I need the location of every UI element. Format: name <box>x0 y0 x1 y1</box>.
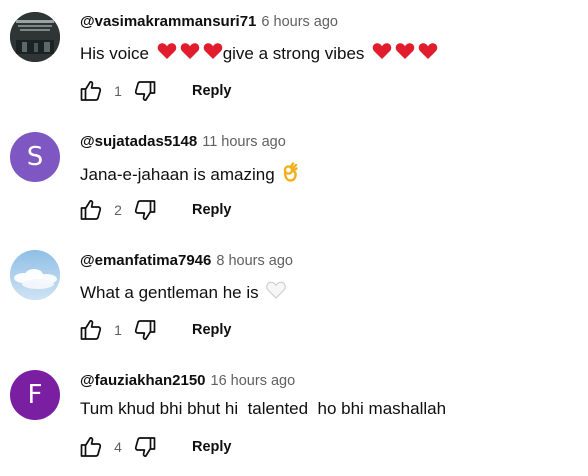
comment-actions: 4 Reply <box>78 434 232 460</box>
ok-hand-emoji-icon <box>282 162 299 188</box>
red-heart-emoji-icon <box>157 42 177 66</box>
comment-actions: 2 Reply <box>78 197 232 223</box>
comment-header: @vasimakrammansuri71 6 hours ago <box>80 13 338 31</box>
comment-text-part: give a strong vibes <box>222 44 370 63</box>
comment-actions: 1 Reply <box>78 78 232 104</box>
dislike-button[interactable] <box>132 434 158 460</box>
dislike-button[interactable] <box>132 78 158 104</box>
comment-text: His voice give a strong vibes <box>80 42 438 66</box>
comment-author[interactable]: @emanfatima7946 <box>80 252 211 269</box>
avatar[interactable] <box>10 250 60 300</box>
avatar[interactable]: F <box>10 370 60 420</box>
comment-header: @fauziakhan2150 16 hours ago <box>80 372 295 390</box>
like-button[interactable] <box>78 78 104 104</box>
red-heart-emoji-icon <box>180 42 200 66</box>
red-heart-emoji-icon <box>372 42 392 66</box>
dislike-button[interactable] <box>132 197 158 223</box>
comment-timestamp[interactable]: 8 hours ago <box>216 253 293 269</box>
reply-button[interactable]: Reply <box>192 439 232 455</box>
comment-author[interactable]: @vasimakrammansuri71 <box>80 13 256 30</box>
comment-actions: 1 Reply <box>78 317 232 343</box>
like-count: 2 <box>114 202 122 218</box>
thumb-down-icon <box>134 320 156 340</box>
avatar-letter: S <box>26 142 44 172</box>
reply-button[interactable]: Reply <box>192 83 232 99</box>
comment-text-part: Tum khud bhi bhut hi talented ho bhi mas… <box>80 399 447 418</box>
comment-text-part: His voice <box>80 44 154 63</box>
avatar-letter: F <box>27 380 43 410</box>
like-button[interactable] <box>78 317 104 343</box>
thumb-down-icon <box>134 81 156 101</box>
avatar[interactable] <box>10 12 60 62</box>
comment-text: Jana-e-jahaan is amazing <box>80 162 299 188</box>
like-count: 1 <box>114 83 122 99</box>
comment-text-part: Jana-e-jahaan is amazing <box>80 165 280 184</box>
red-heart-emoji-icon <box>203 42 223 66</box>
comment-item: @vasimakrammansuri71 6 hours ago His voic… <box>0 0 588 118</box>
avatar[interactable]: S <box>10 132 60 182</box>
comment-text: Tum khud bhi bhut hi talented ho bhi mas… <box>80 398 446 420</box>
reply-button[interactable]: Reply <box>192 322 232 338</box>
comment-item: @emanfatima7946 8 hours ago What a gentle… <box>0 239 588 357</box>
like-button[interactable] <box>78 434 104 460</box>
comment-header: @emanfatima7946 8 hours ago <box>80 252 293 270</box>
comment-author[interactable]: @fauziakhan2150 <box>80 372 206 389</box>
comment-text: What a gentleman he is <box>80 281 287 305</box>
comment-item: S @sujatadas5148 11 hours ago Jana-e-jaha… <box>0 120 588 238</box>
comment-timestamp[interactable]: 16 hours ago <box>211 373 296 389</box>
avatar-sky-image-icon <box>10 250 60 300</box>
reply-button[interactable]: Reply <box>192 202 232 218</box>
like-count: 4 <box>114 439 122 455</box>
comment-text-part: What a gentleman he is <box>80 283 264 302</box>
comment-item: F @fauziakhan2150 16 hours ago Tum khud b… <box>0 358 588 476</box>
comment-header: @sujatadas5148 11 hours ago <box>80 133 286 151</box>
red-heart-emoji-icon <box>395 42 415 66</box>
red-heart-emoji-icon <box>418 42 438 66</box>
thumb-up-icon <box>80 437 102 457</box>
thumb-up-icon <box>80 200 102 220</box>
avatar-image-icon <box>10 12 60 62</box>
like-button[interactable] <box>78 197 104 223</box>
thumb-down-icon <box>134 200 156 220</box>
comment-timestamp[interactable]: 6 hours ago <box>261 14 338 30</box>
white-heart-emoji-icon <box>266 281 287 305</box>
thumb-up-icon <box>80 81 102 101</box>
thumb-up-icon <box>80 320 102 340</box>
comment-timestamp[interactable]: 11 hours ago <box>202 134 286 150</box>
dislike-button[interactable] <box>132 317 158 343</box>
thumb-down-icon <box>134 437 156 457</box>
like-count: 1 <box>114 322 122 338</box>
comment-author[interactable]: @sujatadas5148 <box>80 133 197 150</box>
